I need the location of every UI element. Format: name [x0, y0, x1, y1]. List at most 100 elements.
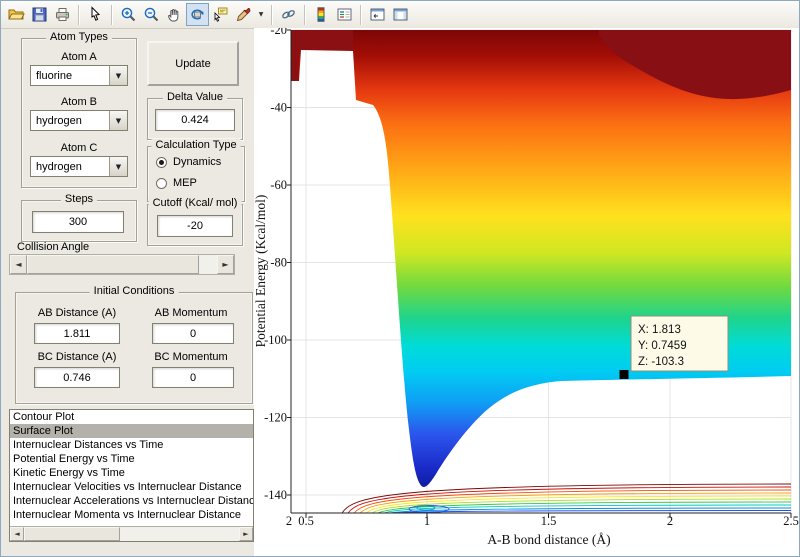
dynamics-radio[interactable]: [156, 157, 167, 168]
listbox-horizontal-scrollbar[interactable]: ◄ ►: [10, 526, 253, 541]
bc-distance-field[interactable]: 0.746: [34, 367, 120, 388]
list-item-potential-energy[interactable]: Potential Energy vs Time: [10, 452, 253, 466]
colorbar-icon: [313, 6, 330, 23]
show-plot-tools-button[interactable]: [389, 3, 412, 26]
x-axis-label: A-B bond distance (Å): [487, 532, 610, 547]
collision-angle-label: Collision Angle: [17, 241, 89, 253]
ab-distance-label: AB Distance (A): [24, 307, 130, 319]
y-tick-label: -40: [270, 101, 287, 115]
atom-a-dropdown[interactable]: fluorine ▼: [30, 65, 128, 86]
scrollbar-track[interactable]: [120, 527, 239, 541]
calculation-type-group: Calculation Type Dynamics MEP: [147, 146, 245, 202]
scrollbar-left-arrow[interactable]: ◄: [10, 527, 24, 541]
cutoff-field[interactable]: -20: [157, 215, 233, 237]
y-tick-label: -120: [264, 411, 287, 425]
atom-b-value: hydrogen: [31, 111, 109, 130]
zoom-in-button[interactable]: [117, 3, 140, 26]
link-plot-button[interactable]: [277, 3, 300, 26]
ab-momentum-value: 0: [190, 328, 196, 340]
steps-value: 300: [69, 216, 87, 228]
mep-radio[interactable]: [156, 178, 167, 189]
save-figure-button[interactable]: [28, 3, 51, 26]
atom-c-dropdown[interactable]: hydrogen ▼: [30, 156, 128, 177]
steps-field[interactable]: 300: [32, 211, 124, 233]
pan-tool-button[interactable]: [163, 3, 186, 26]
delta-value-text: 0.424: [181, 114, 209, 126]
open-file-button[interactable]: [5, 3, 28, 26]
cutoff-title: Cutoff (Kcal/ mol): [149, 197, 242, 209]
delta-value-field[interactable]: 0.424: [155, 109, 235, 131]
atom-a-value: fluorine: [31, 66, 109, 85]
bc-momentum-value: 0: [190, 372, 196, 384]
x-tick-label: 1.5: [541, 514, 557, 528]
bc-distance-label: BC Distance (A): [24, 351, 130, 363]
x-tick-label: 2: [667, 514, 673, 528]
legend-icon: [336, 6, 353, 23]
data-cursor-icon: [212, 6, 229, 23]
print-figure-button[interactable]: [51, 3, 74, 26]
rotate-3d-button[interactable]: [186, 3, 209, 26]
slider-left-arrow[interactable]: ◄: [10, 255, 27, 274]
slider-track[interactable]: [199, 255, 217, 274]
steps-title: Steps: [61, 193, 97, 205]
dropdown-arrow-button[interactable]: ▼: [109, 111, 127, 130]
scrollbar-right-arrow[interactable]: ►: [239, 527, 253, 541]
zoom-out-button[interactable]: [140, 3, 163, 26]
plot-type-listbox[interactable]: Contour Plot Surface Plot Internuclear D…: [9, 409, 254, 542]
insert-legend-button[interactable]: [333, 3, 356, 26]
list-item-internuclear-accelerations[interactable]: Internuclear Accelerations vs Internucle…: [10, 494, 253, 508]
ab-momentum-field[interactable]: 0: [152, 323, 234, 344]
mep-radio-row[interactable]: MEP: [156, 177, 197, 189]
brush-options-caret[interactable]: ▼: [255, 3, 267, 26]
insert-colorbar-button[interactable]: [310, 3, 333, 26]
y-tick-label: -60: [270, 178, 287, 192]
hide-plot-tools-button[interactable]: [366, 3, 389, 26]
ab-distance-value: 1.811: [64, 328, 91, 340]
x-tick-label: 0.5: [298, 514, 314, 528]
list-item-kinetic-energy[interactable]: Kinetic Energy vs Time: [10, 466, 253, 480]
y-tick-label: -20: [270, 28, 287, 37]
list-item-internuclear-momenta[interactable]: Internuclear Momenta vs Internuclear Dis…: [10, 508, 253, 522]
scrollbar-thumb[interactable]: [24, 527, 120, 541]
zoom-in-icon: [120, 6, 137, 23]
slider-right-arrow[interactable]: ►: [217, 255, 234, 274]
ab-momentum-label: AB Momentum: [138, 307, 244, 319]
dynamics-radio-row[interactable]: Dynamics: [156, 156, 221, 168]
surface-plot[interactable]: -20 -40 -60 -80 -100 -120 -140 2 0.5 1 1…: [254, 28, 800, 557]
calculation-type-title: Calculation Type: [151, 139, 240, 151]
figure-toolbar: ▼: [1, 1, 799, 29]
x-tick-labels: 2 0.5 1 1.5 2 2.5: [286, 514, 799, 528]
figure-canvas[interactable]: -20 -40 -60 -80 -100 -120 -140 2 0.5 1 1…: [254, 28, 800, 557]
hide-plot-tools-icon: [369, 6, 386, 23]
pointer-tool-button[interactable]: [84, 3, 107, 26]
cutoff-group: Cutoff (Kcal/ mol) -20: [147, 204, 243, 246]
list-item-internuclear-velocities[interactable]: Internuclear Velocities vs Internuclear …: [10, 480, 253, 494]
update-button[interactable]: Update: [147, 41, 239, 86]
collision-angle-slider[interactable]: ◄ ►: [9, 254, 235, 275]
atom-b-dropdown[interactable]: hydrogen ▼: [30, 110, 128, 131]
toolbar-separator: [111, 5, 113, 25]
list-item-contour-plot[interactable]: Contour Plot: [10, 410, 253, 424]
y-tick-label: -140: [264, 488, 287, 502]
data-cursor-button[interactable]: [209, 3, 232, 26]
slider-thumb[interactable]: [27, 255, 199, 274]
contour-lines: [342, 484, 791, 513]
brush-tool-button[interactable]: [232, 3, 255, 26]
data-tip-marker[interactable]: [620, 370, 629, 379]
potential-energy-surface[interactable]: [291, 30, 791, 487]
toolbar-separator: [271, 5, 273, 25]
list-item-internuclear-distances[interactable]: Internuclear Distances vs Time: [10, 438, 253, 452]
chevron-down-icon: ▼: [116, 72, 121, 80]
data-tip[interactable]: X: 1.813 Y: 0.7459 Z: -103.3: [620, 316, 729, 379]
caret-down-icon: ▼: [259, 11, 264, 18]
atom-types-title: Atom Types: [46, 31, 112, 43]
toolbar-separator: [78, 5, 80, 25]
chevron-down-icon: ▼: [116, 163, 121, 171]
dropdown-arrow-button[interactable]: ▼: [109, 66, 127, 85]
show-plot-tools-icon: [392, 6, 409, 23]
dropdown-arrow-button[interactable]: ▼: [109, 157, 127, 176]
atom-c-label: Atom C: [22, 142, 136, 154]
bc-momentum-field[interactable]: 0: [152, 367, 234, 388]
ab-distance-field[interactable]: 1.811: [34, 323, 120, 344]
list-item-surface-plot[interactable]: Surface Plot: [10, 424, 253, 438]
